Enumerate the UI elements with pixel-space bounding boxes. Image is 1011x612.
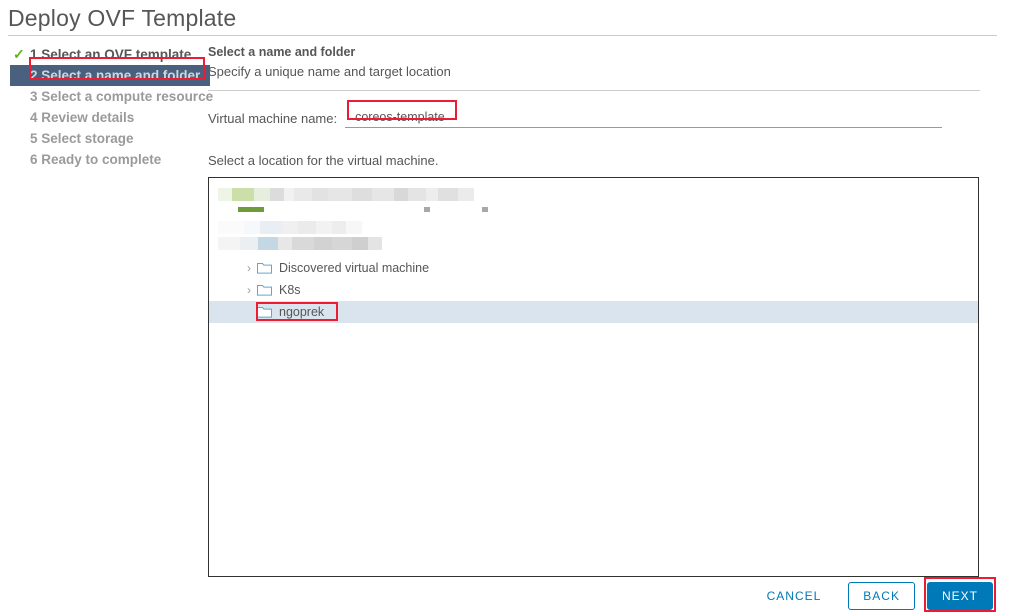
wizard-step-1-label: 1 Select an OVF template <box>30 47 192 62</box>
wizard-step-5[interactable]: 5 Select storage <box>10 128 205 149</box>
vm-name-row: Virtual machine name: <box>208 100 989 128</box>
wizard-step-3-label: 3 Select a compute resource <box>30 89 214 104</box>
back-button[interactable]: BACK <box>848 582 915 610</box>
section-divider <box>208 90 980 91</box>
tree-row-label: ngoprek <box>279 305 325 319</box>
tree-row-label: Discovered virtual machine <box>279 261 430 275</box>
redacted-row-1b <box>218 204 978 215</box>
section-title: Select a name and folder <box>208 45 356 59</box>
cancel-button[interactable]: CANCEL <box>752 582 837 610</box>
redacted-row-2 <box>218 218 978 237</box>
wizard-content-pane: Select a name and folder Specify a uniqu… <box>205 44 1011 577</box>
folder-icon <box>257 284 272 296</box>
wizard-step-list: ✓ 1 Select an OVF template 2 Select a na… <box>0 44 213 170</box>
tree-row[interactable]: › Discovered virtual machine <box>209 257 978 279</box>
check-icon: ✓ <box>13 46 25 62</box>
wizard-step-4-label: 4 Review details <box>30 110 135 125</box>
wizard-footer: CANCEL BACK NEXT <box>740 577 996 612</box>
next-button[interactable]: NEXT <box>926 582 993 610</box>
folder-icon <box>257 306 272 318</box>
section-subtitle: Specify a unique name and target locatio… <box>208 64 451 79</box>
folder-icon <box>257 262 272 274</box>
vm-name-field-wrap <box>345 100 943 128</box>
chevron-right-icon[interactable]: › <box>241 284 257 296</box>
page-title: Deploy OVF Template <box>8 5 237 31</box>
wizard-step-1[interactable]: ✓ 1 Select an OVF template <box>10 44 205 65</box>
chevron-right-icon[interactable]: › <box>241 262 257 274</box>
wizard-step-2[interactable]: 2 Select a name and folder <box>10 65 211 86</box>
wizard-body: ✓ 1 Select an OVF template 2 Select a na… <box>0 36 1011 577</box>
wizard-step-2-label: 2 Select a name and folder <box>30 68 201 83</box>
tree-row-label: K8s <box>279 283 301 297</box>
wizard-step-3[interactable]: 3 Select a compute resource <box>10 86 213 107</box>
tree-row-selected[interactable]: › ngoprek <box>209 301 978 323</box>
vm-name-input[interactable] <box>345 110 943 128</box>
redacted-row-2b <box>218 237 978 250</box>
tree-row[interactable]: › K8s <box>209 279 978 301</box>
redacted-row-1 <box>218 185 978 204</box>
inventory-tree-panel[interactable]: › Discovered virtual machine › K8s ngopr… <box>208 177 979 577</box>
wizard-step-4[interactable]: 4 Review details <box>10 107 205 128</box>
location-label: Select a location for the virtual machin… <box>208 153 439 168</box>
wizard-step-5-label: 5 Select storage <box>30 131 134 146</box>
next-button-wrap: NEXT <box>915 577 996 612</box>
vm-name-label: Virtual machine name: <box>208 111 338 126</box>
wizard-step-6[interactable]: 6 Ready to complete <box>10 149 205 170</box>
wizard-step-6-label: 6 Ready to complete <box>30 152 162 167</box>
chevron-placeholder-icon: › <box>241 306 257 318</box>
